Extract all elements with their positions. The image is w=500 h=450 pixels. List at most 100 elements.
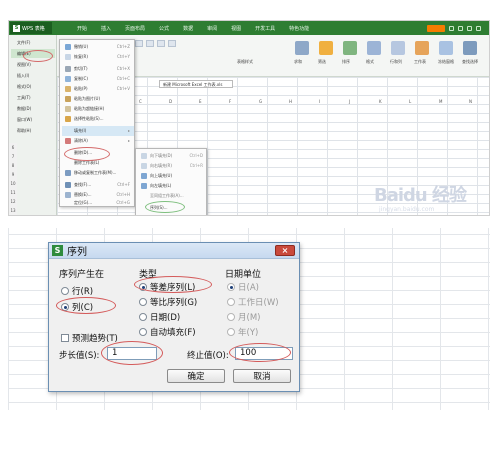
close-icon[interactable] (476, 25, 481, 31)
cancel-button[interactable]: 取消 (233, 369, 291, 383)
sort-icon[interactable] (343, 41, 357, 55)
radio-icon (139, 298, 147, 306)
radio-icon (227, 328, 235, 336)
fill-left-item[interactable]: 向左填充(L) (138, 181, 206, 191)
tab-home[interactable]: 开始 (70, 25, 94, 32)
highlight-oval-linear (134, 276, 212, 293)
wps-logo-icon: S (52, 245, 63, 256)
redo-icon (65, 54, 71, 60)
document-tab[interactable]: 新建 Microsoft Excel 工作表.xls (159, 80, 233, 88)
menu-format[interactable]: 格式(O) (11, 82, 55, 91)
ribbon-label-sum: 求和 (294, 59, 302, 64)
merge-icon[interactable] (168, 39, 176, 47)
column-header[interactable]: F (229, 99, 231, 107)
radio-date-year[interactable]: 年(Y) (227, 326, 258, 338)
ribbon-label-format: 格式 (366, 59, 374, 64)
find-icon[interactable] (463, 41, 477, 55)
edit-menu-paste-special[interactable]: 选择性粘贴(S)... (62, 114, 134, 124)
tab-developer[interactable]: 开发工具 (248, 25, 282, 32)
column-header[interactable]: D (169, 99, 172, 107)
edit-menu-redo[interactable]: 恢复(R) Ctrl+Y (62, 52, 134, 62)
tab-page-layout[interactable]: 页面布局 (118, 25, 152, 32)
column-header[interactable]: H (289, 99, 292, 107)
edit-menu-move-copy-sheet[interactable]: 移动或复制工作表(M)... (62, 168, 134, 178)
underline-icon[interactable] (135, 39, 143, 47)
column-header[interactable]: L (409, 99, 411, 107)
help-icon[interactable] (458, 25, 463, 31)
radio-date-day[interactable]: 日(A) (227, 281, 259, 293)
radio-series-row[interactable]: 行(R) (61, 285, 93, 297)
paste-icon (65, 86, 71, 92)
baidu-watermark-url: jingyan.baidu.com (379, 206, 435, 213)
sum-icon[interactable] (295, 41, 309, 55)
tab-review[interactable]: 审阅 (200, 25, 224, 32)
wps-app-button[interactable]: S WPS 表格 (10, 22, 52, 34)
edit-menu-undo[interactable]: 撤销(U) Ctrl+Z (62, 42, 134, 52)
column-header[interactable]: I (319, 99, 320, 107)
titlebar-controls (427, 24, 489, 32)
edit-menu-fill[interactable]: 填充(I) ▸ (62, 126, 134, 136)
tab-data[interactable]: 数据 (176, 25, 200, 32)
menu-tools[interactable]: 工具(T) (11, 93, 55, 102)
trend-checkbox[interactable]: 预测趋势(T) (61, 332, 118, 344)
series-dialog-screenshot: S 序列 × 序列产生在 行(R) 列(C) 类型 等差序列(L) 等比序列(G… (8, 228, 490, 410)
stop-label: 终止值(O): (187, 351, 229, 361)
fill-down-item[interactable]: 向下填充(D) Ctrl+D (138, 151, 206, 161)
tab-insert[interactable]: 插入 (94, 25, 118, 32)
edit-menu-paste[interactable]: 粘贴(P) Ctrl+V (62, 84, 134, 94)
align-left-icon[interactable] (146, 39, 154, 47)
edit-menu-find[interactable]: 查找(F)... Ctrl+F (62, 180, 134, 190)
ribbon-label-filter: 筛选 (318, 59, 326, 64)
ok-button[interactable]: 确定 (167, 369, 225, 383)
close-button[interactable]: × (275, 245, 295, 256)
rows-cols-icon[interactable] (391, 41, 405, 55)
column-header[interactable]: G (259, 99, 262, 107)
fill-right-item[interactable]: 向右填充(R) Ctrl+R (138, 161, 206, 171)
radio-type-autofill[interactable]: 自动填充(F) (139, 326, 196, 338)
fill-across-sheets-item[interactable]: 至同组工作表(A)... (138, 191, 206, 201)
column-header[interactable]: E (199, 99, 202, 107)
worksheet-icon[interactable] (415, 41, 429, 55)
date-unit-label: 日期单位 (225, 270, 262, 280)
format-icon[interactable] (367, 41, 381, 55)
freeze-icon[interactable] (439, 41, 453, 55)
tab-view[interactable]: 视图 (224, 25, 248, 32)
column-header[interactable]: C (139, 99, 142, 107)
tab-special[interactable]: 特色功能 (282, 25, 316, 32)
highlight-oval-stop (229, 343, 291, 362)
clear-icon (65, 138, 71, 144)
column-header[interactable]: N (469, 99, 472, 107)
dialog-titlebar: S 序列 × (49, 243, 299, 259)
edit-menu-cut[interactable]: 剪切(T) Ctrl+X (62, 64, 134, 74)
align-center-icon[interactable] (157, 39, 165, 47)
radio-type-growth[interactable]: 等比序列(G) (139, 296, 197, 308)
radio-date-month[interactable]: 月(M) (227, 311, 260, 323)
column-header[interactable]: M (439, 99, 442, 107)
fill-up-icon (141, 173, 147, 179)
fill-up-item[interactable]: 向上填充(U) (138, 171, 206, 181)
filter-icon[interactable] (319, 41, 333, 55)
radio-date-weekday[interactable]: 工作日(W) (227, 296, 279, 308)
paste-special-icon (65, 116, 71, 122)
column-header[interactable]: K (379, 99, 382, 107)
submenu-arrow-icon: ▸ (127, 138, 130, 143)
menu-help[interactable]: 帮助(H) (11, 126, 55, 135)
move-sheet-icon (65, 170, 71, 176)
column-header[interactable]: J (349, 99, 350, 107)
minimize-icon[interactable] (467, 25, 472, 31)
tab-formula[interactable]: 公式 (152, 25, 176, 32)
menu-insert[interactable]: 插入(I) (11, 71, 55, 80)
account-badge[interactable] (427, 24, 445, 32)
edit-menu-copy[interactable]: 复制(C) Ctrl+C (62, 74, 134, 84)
radio-type-date[interactable]: 日期(D) (139, 311, 180, 323)
menu-data[interactable]: 数据(D) (11, 104, 55, 113)
menu-file[interactable]: 文件(F) (11, 38, 55, 47)
edit-menu-goto[interactable]: 定位(G)... Ctrl+G (62, 198, 134, 208)
highlight-oval-edit (23, 50, 53, 62)
menu-window[interactable]: 窗口(W) (11, 115, 55, 124)
settings-icon[interactable] (449, 25, 454, 31)
edit-menu-paste-picture[interactable]: 粘贴为图片(U) (62, 94, 134, 104)
edit-menu-paste-link[interactable]: 粘贴为超链接(H) (62, 104, 134, 114)
edit-menu-clear[interactable]: 清除(A) ▸ (62, 136, 134, 146)
paste-link-icon (65, 106, 71, 112)
